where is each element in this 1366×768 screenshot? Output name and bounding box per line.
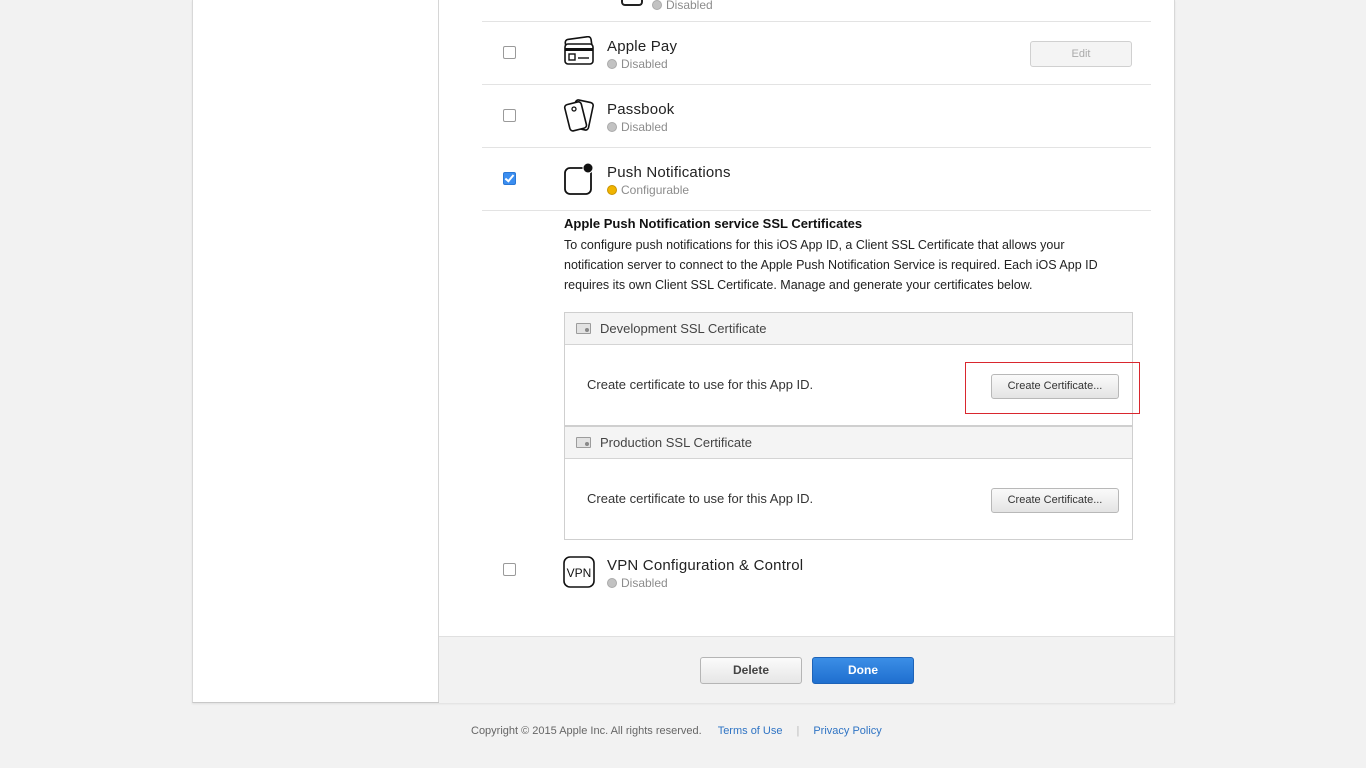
push-notifications-checkbox[interactable] xyxy=(503,172,516,185)
certificate-header: Development SSL Certificate xyxy=(565,313,1132,345)
done-button[interactable]: Done xyxy=(812,657,914,684)
certificate-description: Create certificate to use for this App I… xyxy=(587,491,814,506)
push-notifications-icon xyxy=(564,162,594,195)
apns-description: To configure push notifications for this… xyxy=(564,238,1098,292)
service-icon xyxy=(621,0,643,6)
certificate-body: Create certificate to use for this App I… xyxy=(565,459,1132,539)
page-footer: Copyright © 2015 Apple Inc. All rights r… xyxy=(471,725,882,737)
service-row-partial: Disabled xyxy=(482,0,1151,22)
status-dot-icon xyxy=(607,185,617,195)
passbook-checkbox[interactable] xyxy=(503,109,516,122)
action-bar: Delete Done xyxy=(439,636,1174,703)
service-status: Configurable xyxy=(607,183,689,197)
services-list: Disabled Apple Pay Disabled Edit Passboo… xyxy=(439,0,1174,636)
sidebar xyxy=(193,0,439,702)
certificate-header: Production SSL Certificate xyxy=(565,427,1132,459)
certificate-title: Development SSL Certificate xyxy=(600,321,767,336)
apple-pay-checkbox[interactable] xyxy=(503,46,516,59)
certificate-icon xyxy=(576,437,591,448)
service-row-push-notifications: Push Notifications Configurable xyxy=(482,148,1151,211)
app-id-edit-panel: Disabled Apple Pay Disabled Edit Passboo… xyxy=(192,0,1175,703)
delete-button[interactable]: Delete xyxy=(700,657,802,684)
vpn-icon-label: VPN xyxy=(567,566,592,580)
service-status: Disabled xyxy=(607,120,668,134)
status-dot-icon xyxy=(652,0,662,10)
vpn-icon: VPN xyxy=(563,556,595,588)
apns-section: Apple Push Notification service SSL Cert… xyxy=(564,216,1124,295)
service-row-apple-pay: Apple Pay Disabled Edit xyxy=(482,22,1151,85)
service-name: Passbook xyxy=(607,101,675,118)
footer-separator: | xyxy=(796,725,800,737)
copyright-text: Copyright © 2015 Apple Inc. All rights r… xyxy=(471,725,702,737)
service-status: Disabled xyxy=(607,57,668,71)
create-production-certificate-button[interactable]: Create Certificate... xyxy=(991,488,1119,513)
status-dot-icon xyxy=(607,578,617,588)
service-status: Disabled xyxy=(652,0,713,12)
highlight-annotation xyxy=(965,362,1140,414)
certificate-icon xyxy=(576,323,591,334)
service-name: VPN Configuration & Control xyxy=(607,557,804,574)
service-name: Apple Pay xyxy=(607,38,678,55)
privacy-policy-link[interactable]: Privacy Policy xyxy=(813,725,881,737)
certificate-description: Create certificate to use for this App I… xyxy=(587,377,814,392)
terms-of-use-link[interactable]: Terms of Use xyxy=(718,725,783,737)
status-dot-icon xyxy=(607,122,617,132)
service-row-vpn: VPN VPN Configuration & Control Disabled xyxy=(482,541,1151,603)
service-status: Disabled xyxy=(607,576,668,590)
credit-card-icon xyxy=(564,36,594,65)
certificate-title: Production SSL Certificate xyxy=(600,435,752,450)
service-name: Push Notifications xyxy=(607,164,731,181)
production-ssl-certificate: Production SSL Certificate Create certif… xyxy=(564,426,1133,540)
apns-title: Apple Push Notification service SSL Cert… xyxy=(564,216,863,231)
apple-pay-edit-button[interactable]: Edit xyxy=(1030,41,1132,67)
passbook-icon xyxy=(563,99,594,132)
service-row-passbook: Passbook Disabled xyxy=(482,85,1151,148)
status-dot-icon xyxy=(607,59,617,69)
vpn-checkbox[interactable] xyxy=(503,563,516,576)
